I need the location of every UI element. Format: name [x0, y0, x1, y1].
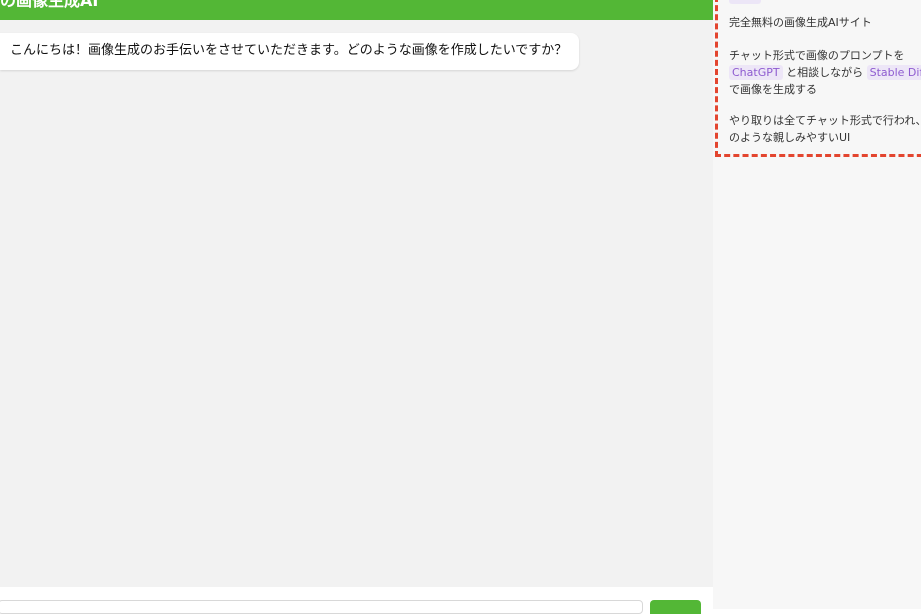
chat-header: の画像生成AI	[0, 0, 713, 20]
assistant-message: こんにちは！画像生成のお手伝いをさせていただきます。どのような画像を作成したいで…	[0, 33, 580, 70]
sidebar-para2-line2: ChatGPT と相談しながら Stable Diffu	[729, 64, 921, 81]
sidebar-para2-mid: と相談しながら	[786, 66, 864, 79]
sidebar-para2-line3: で画像を生成する	[729, 83, 817, 96]
sidebar-description: 完全無料の画像生成AIサイト	[729, 14, 921, 31]
page-title: の画像生成AI	[0, 0, 99, 10]
stable-diffusion-badge: Stable Diffu	[866, 65, 921, 80]
send-button[interactable]	[650, 600, 701, 614]
sidebar-para3-line2: のような親しみやすいUI	[729, 131, 851, 144]
chat-input[interactable]	[0, 600, 643, 614]
chatgpt-badge: ChatGPT	[729, 65, 783, 80]
sidebar-line-1: 完全無料の画像生成AIサイト	[729, 16, 872, 29]
message-text: こんにちは！画像生成のお手伝いをさせていただきます。どのような画像を作成したいで…	[10, 43, 568, 58]
chat-pane: の画像生成AI こんにちは！画像生成のお手伝いをさせていただきます。どのような画…	[0, 0, 713, 614]
sidebar-paragraph-2: チャット形式で画像のプロンプトを ChatGPT と相談しながら Stable …	[729, 47, 921, 98]
chat-footer	[0, 587, 713, 614]
sidebar-para3-line1: やり取りは全てチャット形式で行われ、	[729, 114, 921, 127]
sidebar-para2-line1: チャット形式で画像のプロンプトを	[729, 49, 905, 62]
sidebar-paragraph-3: やり取りは全てチャット形式で行われ、 のような親しみやすいUI	[729, 112, 921, 146]
